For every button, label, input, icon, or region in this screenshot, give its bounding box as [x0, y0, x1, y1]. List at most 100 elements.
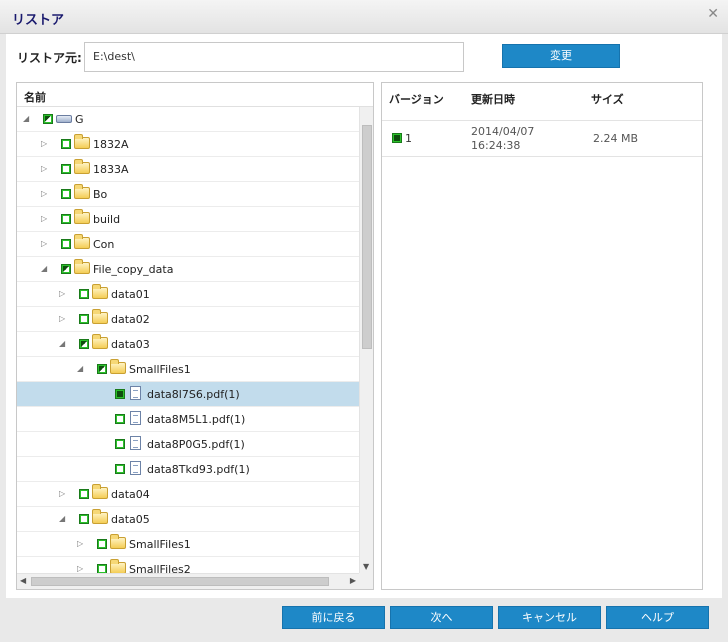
tree-item-label: data8l7S6.pdf(1): [147, 388, 240, 401]
tree-checkbox[interactable]: [61, 264, 71, 274]
tree-checkbox[interactable]: [61, 214, 71, 224]
version-size: 2.24 MB: [593, 132, 639, 145]
tree-item-label: File_copy_data: [93, 263, 174, 276]
tree-checkbox[interactable]: [61, 164, 71, 174]
restore-source-input[interactable]: E:\dest\: [84, 42, 464, 72]
expand-arrow-icon[interactable]: ▷: [77, 539, 85, 549]
tree-checkbox[interactable]: [79, 489, 89, 499]
collapse-arrow-icon[interactable]: ◢: [41, 264, 49, 274]
tree-item-label: 1832A: [93, 138, 129, 151]
expand-arrow-icon[interactable]: ▷: [41, 239, 49, 249]
folder-icon: [92, 334, 108, 349]
folder-icon: [92, 309, 108, 324]
tree-folder-row[interactable]: ◢ File_copy_data: [17, 257, 359, 282]
tree-checkbox[interactable]: [43, 114, 53, 124]
expand-arrow-icon[interactable]: ▷: [41, 164, 49, 174]
folder-icon: [74, 134, 90, 149]
version-row[interactable]: 1 2014/04/07 16:24:38 2.24 MB: [382, 121, 702, 157]
tree-checkbox[interactable]: [61, 189, 71, 199]
tree-item-label: Bo: [93, 188, 108, 201]
tree-item-label: data8P0G5.pdf(1): [147, 438, 245, 451]
tree-file-row[interactable]: data8Tkd93.pdf(1): [17, 457, 359, 482]
collapse-arrow-icon[interactable]: ◢: [59, 339, 67, 349]
tree-checkbox[interactable]: [79, 339, 89, 349]
version-time: 16:24:38: [471, 139, 521, 152]
file-icon: [130, 411, 141, 425]
tree-item-label: data02: [111, 313, 150, 326]
tree-checkbox[interactable]: [97, 364, 107, 374]
folder-icon: [74, 184, 90, 199]
tree-checkbox[interactable]: [115, 464, 125, 474]
tree-folder-row[interactable]: ▷ build: [17, 207, 359, 232]
expand-arrow-icon[interactable]: ▷: [41, 139, 49, 149]
folder-icon: [92, 284, 108, 299]
folder-icon: [74, 209, 90, 224]
scroll-left-icon[interactable]: ◀: [20, 576, 26, 585]
tree-folder-row[interactable]: ▷ data02: [17, 307, 359, 332]
tree-checkbox[interactable]: [97, 539, 107, 549]
tree-folder-row[interactable]: ▷ data04: [17, 482, 359, 507]
expand-arrow-icon[interactable]: ▷: [41, 214, 49, 224]
file-icon: [130, 461, 141, 475]
tree-folder-row[interactable]: ▷ SmallFiles1: [17, 532, 359, 557]
expand-arrow-icon[interactable]: ▷: [59, 489, 67, 499]
tree-folder-row[interactable]: ◢ data03: [17, 332, 359, 357]
next-button[interactable]: 次へ: [390, 606, 493, 629]
scrollbar-corner: [359, 573, 373, 589]
tree-file-row[interactable]: data8l7S6.pdf(1): [17, 382, 359, 407]
tree-checkbox[interactable]: [61, 239, 71, 249]
expand-arrow-icon[interactable]: ▷: [41, 189, 49, 199]
tree-folder-row[interactable]: ◢ G: [17, 107, 359, 132]
expand-arrow-icon[interactable]: ▷: [59, 314, 67, 324]
tree-checkbox[interactable]: [115, 414, 125, 424]
change-button[interactable]: 変更: [502, 44, 620, 68]
tree-folder-row[interactable]: ▷ Bo: [17, 182, 359, 207]
tree-checkbox[interactable]: [79, 314, 89, 324]
tree-folder-row[interactable]: ▷ Con: [17, 232, 359, 257]
tree-checkbox[interactable]: [97, 564, 107, 573]
version-checkbox[interactable]: [392, 133, 402, 143]
version-column-header: バージョン: [389, 93, 444, 106]
scroll-down-icon[interactable]: ▼: [363, 562, 369, 571]
tree-item-label: data8M5L1.pdf(1): [147, 413, 246, 426]
version-number: 1: [405, 132, 412, 145]
horizontal-scrollbar[interactable]: ◀ ▶: [17, 573, 359, 589]
tree-item-label: data01: [111, 288, 150, 301]
tree-item-label: data8Tkd93.pdf(1): [147, 463, 250, 476]
tree-file-row[interactable]: data8P0G5.pdf(1): [17, 432, 359, 457]
tree-item-label: data04: [111, 488, 150, 501]
tree-folder-row[interactable]: ◢ SmallFiles1: [17, 357, 359, 382]
tree-folder-row[interactable]: ▷ 1833A: [17, 157, 359, 182]
file-tree: ◢ G ▷ 1832A ▷ 1833A ▷ Bo ▷ build ▷ Con ◢ File_copy_da…: [17, 107, 359, 573]
tree-folder-row[interactable]: ▷ 1832A: [17, 132, 359, 157]
horizontal-scroll-thumb[interactable]: [31, 577, 329, 586]
vertical-scrollbar[interactable]: ▼: [359, 107, 373, 573]
collapse-arrow-icon[interactable]: ◢: [59, 514, 67, 524]
scroll-right-icon[interactable]: ▶: [350, 576, 356, 585]
collapse-arrow-icon[interactable]: ◢: [23, 114, 31, 124]
vertical-scroll-thumb[interactable]: [362, 125, 372, 349]
version-date: 2014/04/07: [471, 125, 535, 138]
tree-folder-row[interactable]: ▷ SmallFiles2: [17, 557, 359, 573]
back-button[interactable]: 前に戻る: [282, 606, 385, 629]
collapse-arrow-icon[interactable]: ◢: [77, 364, 85, 374]
folder-icon: [110, 559, 126, 573]
restore-source-label: リストア元:: [17, 51, 82, 65]
cancel-button[interactable]: キャンセル: [498, 606, 601, 629]
name-column-header: 名前: [24, 91, 46, 104]
tree-checkbox[interactable]: [79, 514, 89, 524]
close-icon[interactable]: ✕: [707, 6, 719, 22]
tree-checkbox[interactable]: [61, 139, 71, 149]
tree-checkbox[interactable]: [115, 439, 125, 449]
tree-folder-row[interactable]: ◢ data05: [17, 507, 359, 532]
tree-file-row[interactable]: data8M5L1.pdf(1): [17, 407, 359, 432]
help-button[interactable]: ヘルプ: [606, 606, 709, 629]
expand-arrow-icon[interactable]: ▷: [59, 289, 67, 299]
tree-folder-row[interactable]: ▷ data01: [17, 282, 359, 307]
tree-item-label: 1833A: [93, 163, 129, 176]
version-panel: バージョン 更新日時 サイズ 1 2014/04/07 16:24:38 2.2…: [381, 82, 703, 590]
tree-checkbox[interactable]: [79, 289, 89, 299]
expand-arrow-icon[interactable]: ▷: [77, 564, 85, 573]
tree-checkbox[interactable]: [115, 389, 125, 399]
tree-item-label: SmallFiles1: [129, 538, 191, 551]
